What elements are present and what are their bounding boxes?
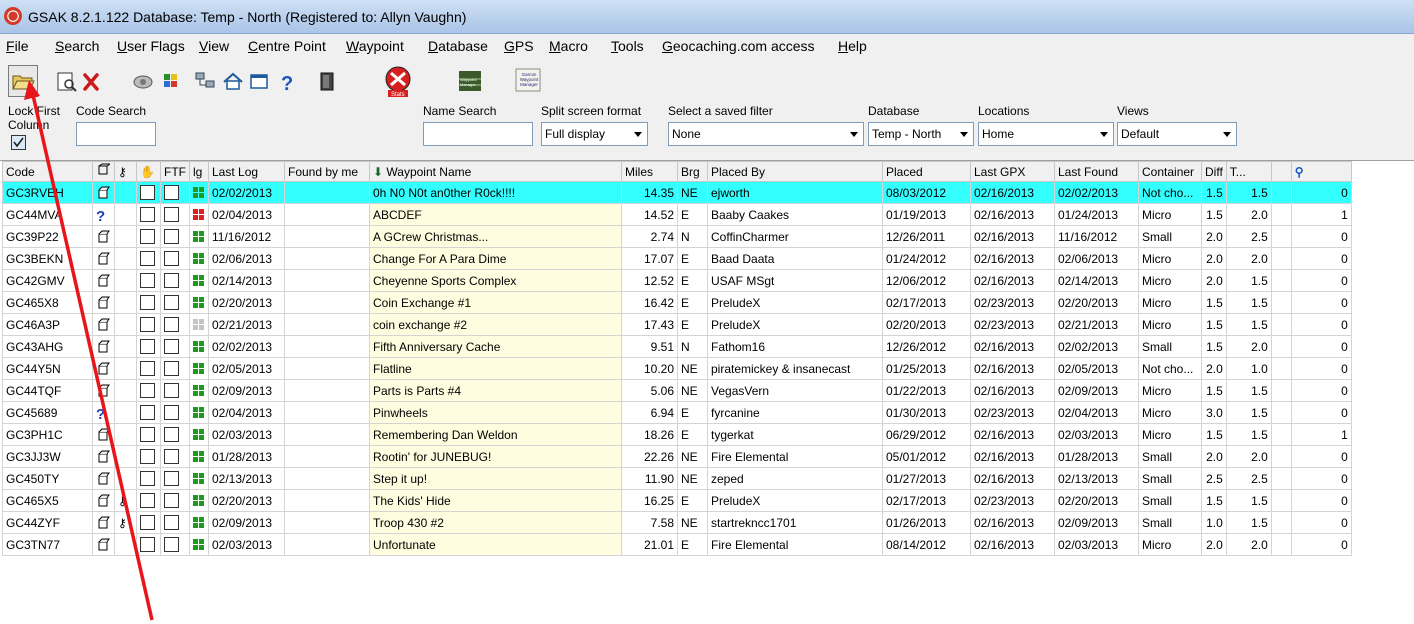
annotation-arrow (24, 80, 154, 621)
